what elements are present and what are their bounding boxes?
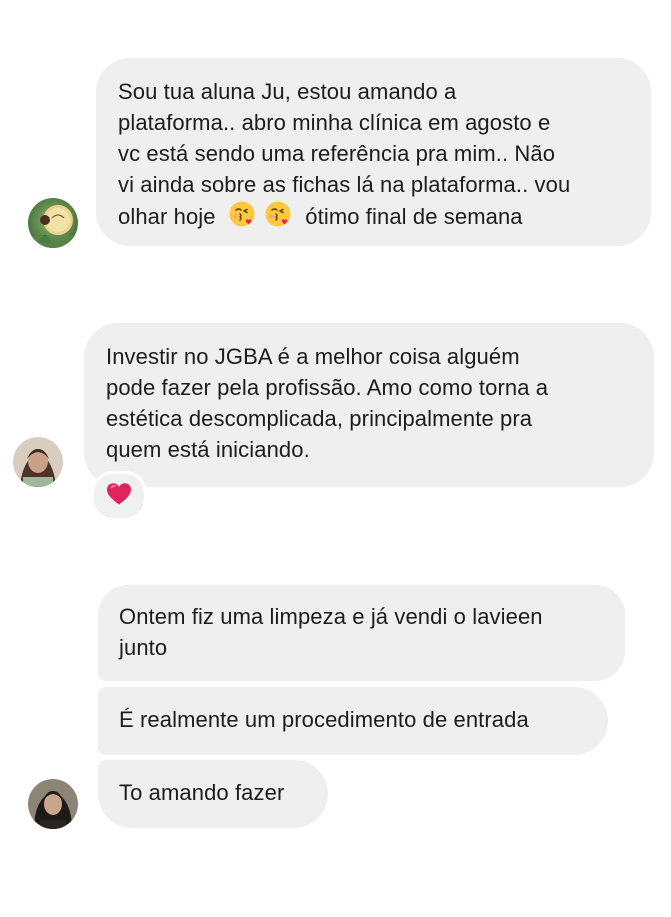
- sender-avatar-1[interactable]: [28, 198, 78, 248]
- kissing-heart-emoji-icon: [264, 200, 292, 236]
- sender-avatar-3[interactable]: [28, 779, 78, 829]
- avatar-photo-image: [28, 779, 78, 829]
- message-line: Investir no JGBA é a melhor coisa alguém: [106, 344, 520, 369]
- message-reaction[interactable]: [91, 471, 147, 521]
- sender-avatar-2[interactable]: [13, 437, 63, 487]
- message-bubble-1[interactable]: Sou tua aluna Ju, estou amando a platafo…: [96, 58, 651, 246]
- message-bubble-3b[interactable]: É realmente um procedimento de entrada: [98, 687, 608, 755]
- message-line: estética descomplicada, principalmente p…: [106, 406, 533, 431]
- message-bubble-3c[interactable]: To amando fazer: [98, 760, 328, 828]
- message-line: Sou tua aluna Ju, estou amando a: [118, 79, 457, 104]
- message-line: É realmente um procedimento de entrada: [119, 707, 529, 732]
- message-line: plataforma.. abro minha clínica em agost…: [118, 110, 551, 135]
- avatar-logo-image: [28, 198, 78, 248]
- message-bubble-2[interactable]: Investir no JGBA é a melhor coisa alguém…: [84, 323, 654, 487]
- message-line: pode fazer pela profissão. Amo como torn…: [106, 375, 549, 400]
- message-line: vi ainda sobre as fichas lá na plataform…: [118, 172, 571, 197]
- message-line: junto: [119, 635, 168, 660]
- red-heart-icon: [106, 482, 132, 511]
- message-line-with-emojis: olhar hoje ótimo final de semana: [118, 200, 631, 236]
- message-text: ótimo final de semana: [305, 203, 523, 229]
- avatar-photo-image: [13, 437, 63, 487]
- message-line: To amando fazer: [119, 780, 285, 805]
- message-bubble-3a[interactable]: Ontem fiz uma limpeza e já vendi o lavie…: [98, 585, 625, 681]
- message-line: vc está sendo uma referência pra mim.. N…: [118, 141, 556, 166]
- message-line: quem está iniciando.: [106, 437, 310, 462]
- message-text: olhar hoje: [118, 203, 216, 229]
- kissing-heart-emoji-icon: [228, 200, 256, 236]
- message-line: Ontem fiz uma limpeza e já vendi o lavie…: [119, 604, 543, 629]
